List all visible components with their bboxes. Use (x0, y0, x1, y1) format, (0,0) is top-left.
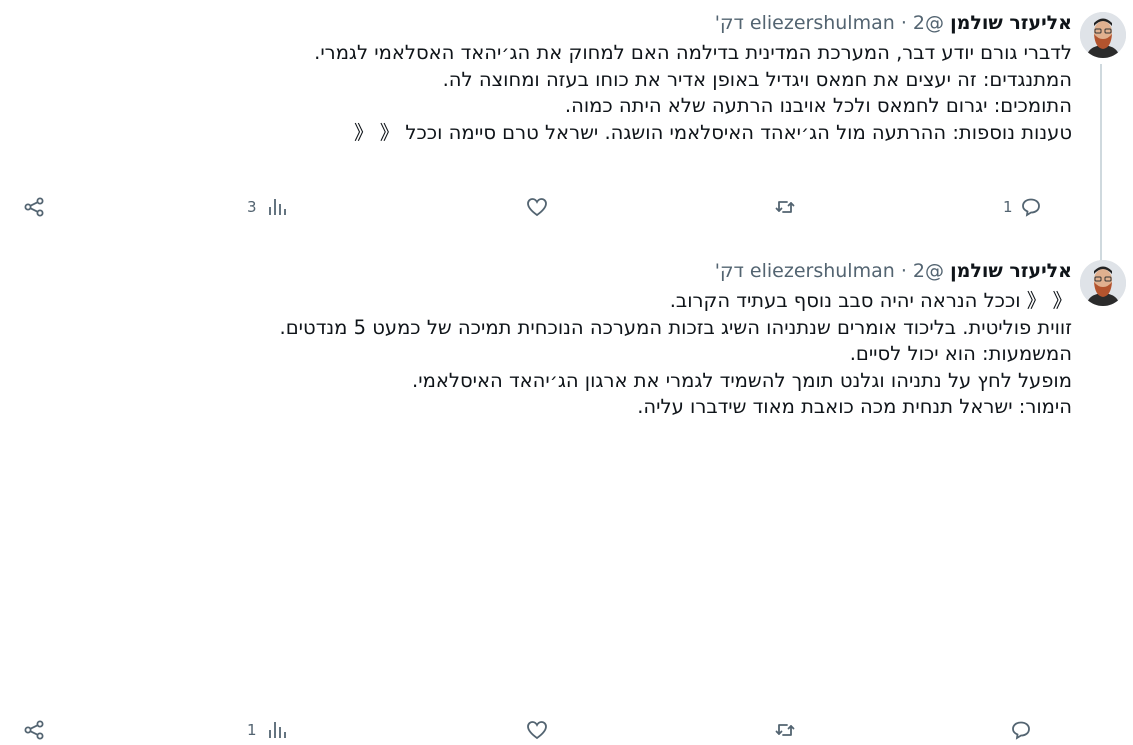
tweet-actions: 3 1 (0, 192, 1133, 222)
share-button[interactable] (22, 715, 46, 745)
header-separator: · (900, 260, 907, 282)
tweet-text-line: טענות נוספות: ההרתעה מול הג׳יאהד האיסלאמ… (354, 120, 1072, 144)
share-icon (24, 720, 44, 740)
views-button[interactable]: 3 (247, 192, 289, 222)
avatar[interactable] (1080, 260, 1126, 306)
reply-count: 1 (1003, 198, 1013, 216)
avatar[interactable] (1080, 12, 1126, 58)
share-icon (24, 197, 44, 217)
views-button[interactable]: 1 (247, 715, 289, 745)
retweet-button[interactable] (773, 192, 797, 222)
views-count: 1 (247, 721, 257, 739)
reply-bubble-icon (1021, 198, 1040, 217)
tweet-text-line: לדברי גורם יודע דבר, המערכת המדינית בדיל… (314, 41, 1072, 64)
tweet-text-line: המשמעות: הוא יכול לסיים. (849, 342, 1072, 366)
tweet-text-line: 《 《 וככל הנראה יהיה סבב נוסף בעתיד הקרוב… (669, 289, 1072, 312)
retweet-icon (775, 201, 795, 213)
views-chart-icon (268, 722, 286, 738)
tweet-text-line: זווית פוליטית. בליכוד אומרים שנתניהו השי… (279, 315, 1072, 339)
reply-button[interactable]: 1 (1003, 192, 1043, 222)
retweet-button[interactable] (773, 715, 797, 745)
views-chart-icon (268, 199, 286, 215)
like-button[interactable] (525, 192, 549, 222)
retweet-icon (775, 724, 795, 736)
thread-connector-line (1100, 64, 1102, 262)
tweet-text-line: מופעל לחץ על נתניהו וגלנט תומך להשמיד לג… (412, 368, 1072, 392)
tweet-header: אליעזר שולמן @eliezershulman · 2 דק' (715, 10, 1072, 36)
like-button[interactable] (525, 715, 549, 745)
reply-bubble-icon (1012, 721, 1030, 740)
author-name[interactable]: אליעזר שולמן (950, 12, 1072, 34)
reply-button[interactable] (1003, 715, 1033, 745)
header-separator: · (900, 12, 907, 34)
author-name[interactable]: אליעזר שולמן (950, 260, 1072, 282)
tweet-actions: 1 (0, 715, 1133, 745)
views-count: 3 (247, 198, 257, 216)
heart-icon (527, 721, 547, 740)
heart-icon (527, 198, 547, 217)
tweet-header: אליעזר שולמן @eliezershulman · 2 דק' (715, 258, 1072, 284)
tweet-text-line: הימור: ישראל תנחית מכה כואבת מאוד שידברו… (637, 395, 1072, 419)
tweet-text: 《 《 וככל הנראה יהיה סבב נוסף בעתיד הקרוב… (280, 288, 1072, 421)
tweet-text-line: המתנגדים: זה יעצים את חמאס ויגדיל באופן … (442, 67, 1072, 91)
tweet-text: לדברי גורם יודע דבר, המערכת המדינית בדיל… (314, 40, 1072, 146)
share-button[interactable] (22, 192, 46, 222)
tweet-text-line: התומכים: יגרום לחמאס ולכל אויבנו הרתעה ש… (564, 94, 1072, 118)
